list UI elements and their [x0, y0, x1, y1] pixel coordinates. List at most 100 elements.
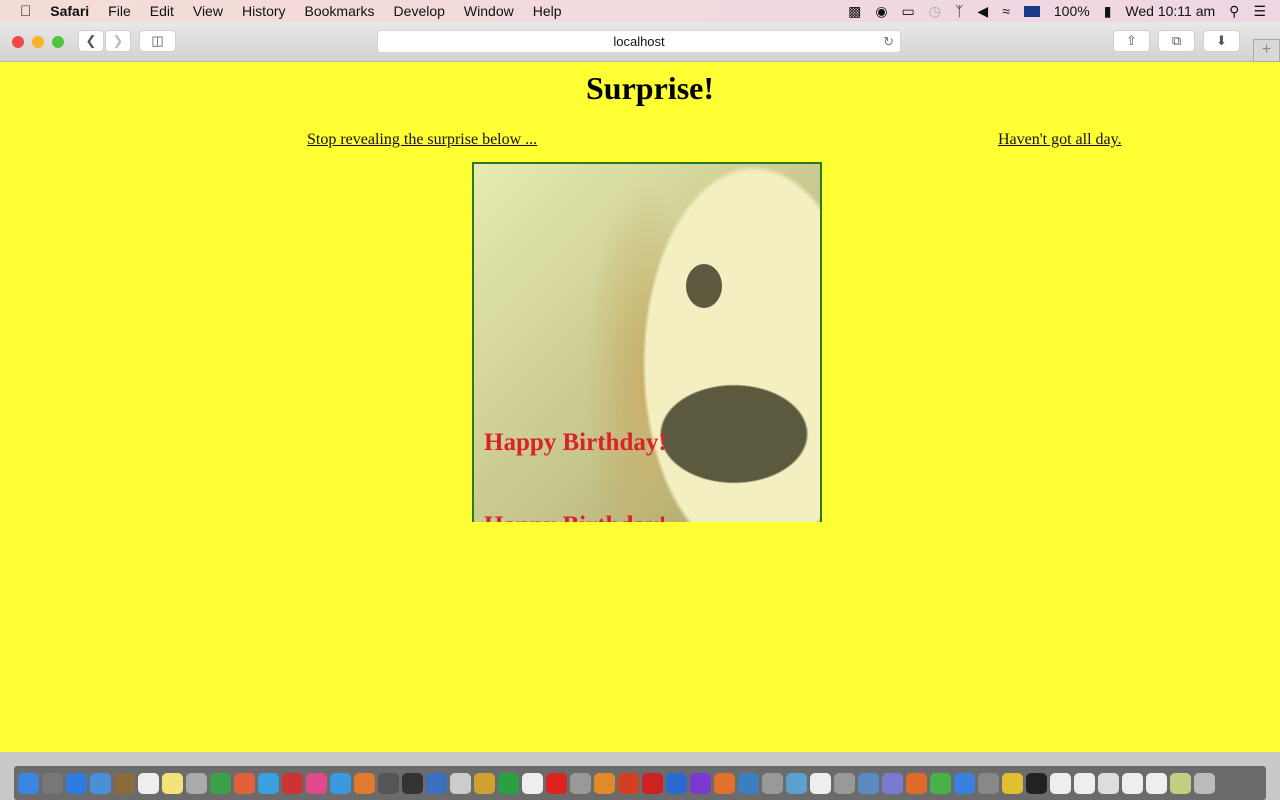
surprise-card-image: Happy Birthday! Happy Birthday! [472, 162, 822, 522]
circle-app-icon[interactable]: ◉ [875, 3, 887, 20]
card-text: Happy Birthday! [484, 429, 667, 456]
dock-app-icon[interactable] [786, 772, 807, 794]
dock-app-icon[interactable] [138, 772, 159, 794]
dock-app-icon[interactable] [18, 772, 39, 794]
dock-app-icon[interactable] [282, 772, 303, 794]
dock-app-icon[interactable] [1170, 772, 1191, 794]
tabs-icon: ⧉ [1171, 33, 1182, 48]
download-icon: ⬇ [1216, 33, 1227, 48]
dock-app-icon[interactable] [1002, 772, 1023, 794]
battery-percent[interactable]: 100% [1054, 3, 1090, 19]
airplay-icon[interactable]: ▭ [902, 3, 915, 20]
dock-app-icon[interactable] [42, 772, 63, 794]
menu-file[interactable]: File [108, 3, 131, 19]
reload-icon[interactable]: ↻ [883, 31, 894, 53]
dock-app-icon[interactable] [906, 772, 927, 794]
back-button[interactable]: ❮ [78, 30, 104, 52]
dock-app-icon[interactable] [834, 772, 855, 794]
menu-develop[interactable]: Develop [394, 3, 445, 19]
menu-app[interactable]: Safari [50, 3, 89, 19]
menu-view[interactable]: View [193, 3, 223, 19]
dock-app-icon[interactable] [858, 772, 879, 794]
web-page: Surprise! Stop revealing the surprise be… [0, 62, 1280, 752]
havent-got-all-day-link[interactable]: Haven't got all day. [998, 131, 1122, 149]
address-bar[interactable]: localhost ↻ [377, 30, 901, 53]
audio-icon[interactable]: ▩ [848, 3, 861, 20]
dock-app-icon[interactable] [234, 772, 255, 794]
dock-app-icon[interactable] [714, 772, 735, 794]
forward-button[interactable]: ❯ [105, 30, 131, 52]
dock-area [0, 752, 1280, 800]
dock-app-icon[interactable] [354, 772, 375, 794]
volume-icon[interactable]: ◀ [977, 3, 988, 20]
menu-history[interactable]: History [242, 3, 286, 19]
dock-app-icon[interactable] [618, 772, 639, 794]
url-text: localhost [613, 34, 665, 49]
dock-app-icon[interactable] [594, 772, 615, 794]
dock-app-icon[interactable] [114, 772, 135, 794]
browser-toolbar: ❮ ❯ ◫ localhost ↻ ⇧ ⧉ ⬇ + [0, 22, 1280, 62]
dock-app-icon[interactable] [882, 772, 903, 794]
dock-app-icon[interactable] [690, 772, 711, 794]
tabs-button[interactable]: ⧉ [1158, 30, 1195, 52]
dock-app-icon[interactable] [930, 772, 951, 794]
dock-app-icon[interactable] [378, 772, 399, 794]
dock-app-icon[interactable] [66, 772, 87, 794]
flag-icon[interactable] [1023, 5, 1040, 17]
dock-app-icon[interactable] [426, 772, 447, 794]
dock-app-icon[interactable] [1146, 772, 1167, 794]
minimize-window-button[interactable] [32, 36, 44, 48]
stop-reveal-link[interactable]: Stop revealing the surprise below ... [307, 131, 537, 149]
dock-app-icon[interactable] [978, 772, 999, 794]
card-text-second: Happy Birthday! [484, 512, 667, 522]
dock-app-icon[interactable] [762, 772, 783, 794]
menu-help[interactable]: Help [533, 3, 562, 19]
sidebar-button[interactable]: ◫ [139, 30, 176, 52]
dock-app-icon[interactable] [474, 772, 495, 794]
menu-bookmarks[interactable]: Bookmarks [305, 3, 375, 19]
apple-menu-icon[interactable]:  [20, 3, 31, 20]
share-button[interactable]: ⇧ [1113, 30, 1150, 52]
dock-app-icon[interactable] [954, 772, 975, 794]
dock-app-icon[interactable] [186, 772, 207, 794]
dock-app-icon[interactable] [810, 772, 831, 794]
dock-app-icon[interactable] [570, 772, 591, 794]
new-tab-button[interactable]: + [1253, 39, 1280, 62]
menu-window[interactable]: Window [464, 3, 514, 19]
wifi-icon[interactable]: ≈ [1002, 3, 1010, 19]
dock-app-icon[interactable] [210, 772, 231, 794]
close-window-button[interactable] [12, 36, 24, 48]
menu-edit[interactable]: Edit [150, 3, 174, 19]
dock-app-icon[interactable] [738, 772, 759, 794]
search-icon[interactable]: ⚲ [1229, 3, 1239, 20]
dock [14, 766, 1266, 800]
bluetooth-icon[interactable]: ᛉ [955, 3, 963, 19]
dock-app-icon[interactable] [330, 772, 351, 794]
dock-app-icon[interactable] [642, 772, 663, 794]
dock-app-icon[interactable] [498, 772, 519, 794]
dock-app-icon[interactable] [666, 772, 687, 794]
dock-app-icon[interactable] [1074, 772, 1095, 794]
dock-app-icon[interactable] [402, 772, 423, 794]
dock-app-icon[interactable] [1050, 772, 1071, 794]
downloads-button[interactable]: ⬇ [1203, 30, 1240, 52]
dock-app-icon[interactable] [1026, 772, 1047, 794]
clock[interactable]: Wed 10:11 am [1125, 3, 1215, 19]
dock-app-icon[interactable] [90, 772, 111, 794]
dock-app-icon[interactable] [1098, 772, 1119, 794]
sidebar-icon: ◫ [151, 33, 164, 48]
notification-list-icon[interactable]: ☰ [1253, 3, 1266, 20]
dock-app-icon[interactable] [306, 772, 327, 794]
dock-app-icon[interactable] [450, 772, 471, 794]
dock-app-icon[interactable] [522, 772, 543, 794]
dock-app-icon[interactable] [1194, 772, 1215, 794]
dock-app-icon[interactable] [1122, 772, 1143, 794]
dock-app-icon[interactable] [258, 772, 279, 794]
chevron-right-icon: ❯ [112, 33, 124, 48]
battery-icon[interactable]: ▮ [1104, 3, 1112, 20]
dock-app-icon[interactable] [162, 772, 183, 794]
zoom-window-button[interactable] [52, 36, 64, 48]
time-machine-icon[interactable]: ◷ [929, 3, 941, 20]
dock-app-icon[interactable] [546, 772, 567, 794]
chevron-left-icon: ❮ [85, 33, 97, 48]
